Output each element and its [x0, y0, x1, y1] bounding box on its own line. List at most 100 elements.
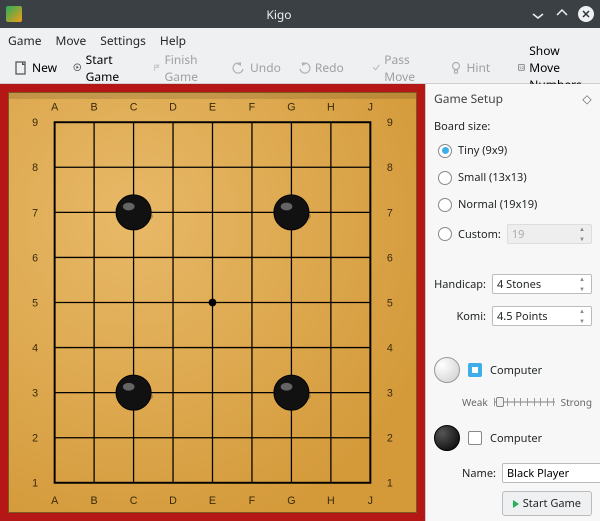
bulb-icon: [449, 61, 463, 75]
svg-text:8: 8: [32, 162, 38, 174]
undo-label: Undo: [250, 59, 281, 76]
play-icon: [73, 61, 82, 75]
svg-text:D: D: [169, 495, 177, 507]
svg-text:2: 2: [387, 433, 393, 445]
svg-text:C: C: [130, 495, 138, 507]
window-title: Kigo: [28, 6, 530, 23]
pass-move-button: Pass Move: [366, 48, 427, 88]
svg-text:4: 4: [32, 342, 38, 354]
svg-text:5: 5: [32, 297, 38, 309]
board-area: AABBCCDDEEFFGGHHJJ998877665544332211: [0, 84, 425, 521]
svg-text:1: 1: [387, 478, 393, 490]
radio-tiny-label: Tiny (9x9): [458, 143, 507, 158]
svg-text:1: 1: [32, 478, 38, 490]
svg-text:G: G: [287, 495, 295, 507]
new-icon: [14, 61, 28, 75]
panel-collapse-icon[interactable]: ◇: [582, 94, 592, 104]
pass-move-label: Pass Move: [384, 51, 420, 85]
panel-title: Game Setup: [434, 90, 503, 107]
finish-game-button: Finish Game: [147, 48, 210, 88]
svg-text:9: 9: [32, 117, 38, 129]
radio-small-label: Small (13x13): [458, 170, 527, 185]
white-computer-checkbox[interactable]: [468, 363, 482, 377]
finish-game-label: Finish Game: [165, 51, 205, 85]
title-bar: Kigo: [0, 0, 600, 28]
redo-icon: [297, 61, 311, 75]
handicap-spin[interactable]: 4 Stones ▲▼: [492, 274, 592, 294]
weak-label: Weak: [462, 395, 488, 409]
black-stone-icon: [434, 425, 460, 451]
redo-button: Redo: [291, 56, 350, 79]
svg-text:4: 4: [387, 342, 393, 354]
app-icon: [6, 6, 22, 22]
svg-text:F: F: [249, 102, 256, 114]
svg-text:J: J: [368, 102, 373, 114]
svg-text:B: B: [91, 102, 98, 114]
svg-text:8: 8: [387, 162, 393, 174]
new-button[interactable]: New: [8, 56, 63, 79]
svg-text:7: 7: [387, 207, 393, 219]
svg-text:H: H: [327, 102, 335, 114]
spin-arrows-icon: ▲▼: [579, 226, 589, 242]
slider-handle[interactable]: [496, 397, 504, 407]
svg-text:E: E: [209, 102, 216, 114]
strong-label: Strong: [561, 395, 592, 409]
black-computer-checkbox[interactable]: [468, 431, 482, 445]
radio-custom[interactable]: [438, 227, 452, 241]
svg-text:6: 6: [387, 252, 393, 264]
komi-label: Komi:: [434, 309, 486, 324]
menu-settings[interactable]: Settings: [100, 32, 146, 49]
go-board[interactable]: AABBCCDDEEFFGGHHJJ998877665544332211: [8, 92, 417, 513]
start-game-panel-label: Start Game: [523, 496, 581, 511]
spin-arrows-icon: ▲▼: [579, 276, 589, 292]
minimize-button[interactable]: [530, 6, 546, 22]
white-stone-icon: [434, 357, 460, 383]
close-button[interactable]: [578, 6, 594, 22]
svg-text:G: G: [287, 102, 295, 114]
custom-size-value: 19: [512, 227, 525, 242]
komi-value: 4.5 Points: [497, 309, 548, 324]
svg-text:5: 5: [387, 297, 393, 309]
svg-text:2: 2: [32, 433, 38, 445]
radio-normal-label: Normal (19x19): [458, 197, 537, 212]
check-icon: [372, 61, 381, 75]
undo-button: Undo: [226, 56, 287, 79]
svg-text:A: A: [51, 495, 59, 507]
svg-text:D: D: [169, 102, 177, 114]
menu-help[interactable]: Help: [160, 32, 186, 49]
numbers-icon: 12: [518, 61, 525, 75]
svg-text:B: B: [91, 495, 98, 507]
svg-text:9: 9: [387, 117, 393, 129]
game-setup-panel: Game Setup ◇ Board size: Tiny (9x9) Smal…: [425, 84, 600, 521]
black-computer-label: Computer: [490, 431, 542, 446]
toolbar: New Start Game Finish Game Undo Redo Pas…: [0, 52, 600, 84]
board-size-label: Board size:: [434, 119, 592, 134]
custom-size-spin: 19 ▲▼: [507, 224, 592, 244]
maximize-button[interactable]: [554, 6, 570, 22]
komi-spin[interactable]: 4.5 Points ▲▼: [492, 306, 592, 326]
menu-game[interactable]: Game: [8, 32, 41, 49]
menu-move[interactable]: Move: [55, 32, 86, 49]
black-name-input[interactable]: [502, 463, 600, 483]
white-strength-slider[interactable]: [494, 396, 555, 408]
black-name-label: Name:: [462, 466, 496, 481]
undo-icon: [232, 61, 246, 75]
hint-label: Hint: [467, 59, 491, 76]
svg-text:7: 7: [32, 207, 38, 219]
svg-text:6: 6: [32, 252, 38, 264]
handicap-label: Handicap:: [434, 277, 486, 292]
radio-small[interactable]: [438, 171, 452, 185]
radio-normal[interactable]: [438, 198, 452, 212]
start-game-panel-button[interactable]: Start Game: [502, 491, 592, 516]
radio-tiny[interactable]: [438, 144, 452, 158]
svg-text:C: C: [130, 102, 138, 114]
redo-label: Redo: [315, 59, 344, 76]
new-label: New: [32, 59, 57, 76]
play-icon: [513, 500, 519, 508]
svg-text:F: F: [249, 495, 256, 507]
svg-text:12: 12: [519, 66, 524, 71]
svg-text:J: J: [368, 495, 373, 507]
main-area: AABBCCDDEEFFGGHHJJ998877665544332211 Gam…: [0, 84, 600, 521]
start-game-button[interactable]: Start Game: [67, 48, 130, 88]
svg-text:E: E: [209, 495, 216, 507]
